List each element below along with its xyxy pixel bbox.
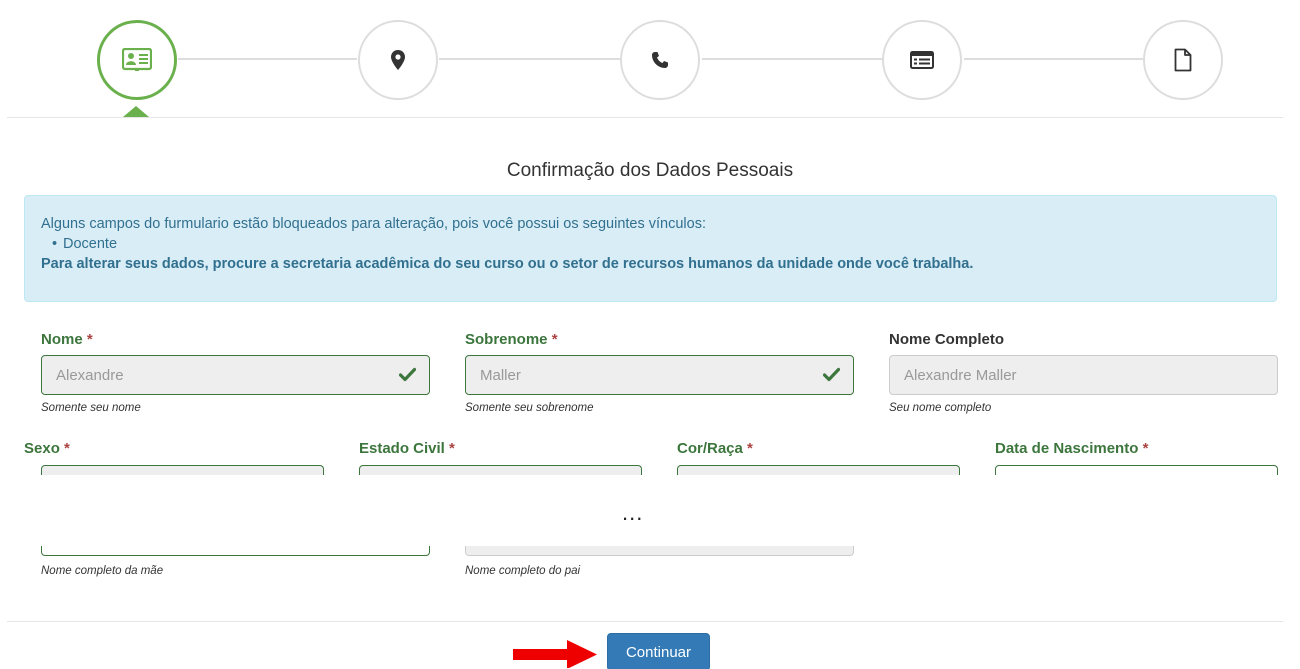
step-connector <box>964 58 1143 60</box>
cor-raca-label: Cor/Raça * <box>677 440 753 457</box>
sexo-label: Sexo * <box>24 440 70 457</box>
id-card-icon <box>122 48 152 71</box>
divider <box>7 117 1283 118</box>
cor-raca-select[interactable] <box>677 465 960 475</box>
nome-pai-help: Nome completo do pai <box>465 565 581 577</box>
nome-help: Somente seu nome <box>41 402 141 414</box>
step-files[interactable] <box>1143 20 1223 100</box>
wizard-stepper <box>0 0 1300 118</box>
nome-value: Alexandre <box>56 366 124 384</box>
checkmark-icon <box>399 367 416 382</box>
step-connector <box>439 58 620 60</box>
data-nascimento-field[interactable] <box>995 465 1278 475</box>
red-arrow-icon <box>513 640 597 668</box>
file-icon <box>1174 48 1192 72</box>
checkmark-icon <box>823 367 840 382</box>
content-omitted-ellipsis: ... <box>622 500 644 525</box>
alert-intro: Alguns campos do furmulario estão bloque… <box>41 216 706 232</box>
divider <box>7 621 1283 622</box>
data-nascimento-label: Data de Nascimento * <box>995 440 1149 457</box>
nome-mae-help: Nome completo da mãe <box>41 565 164 577</box>
step-address[interactable] <box>358 20 438 100</box>
phone-icon <box>652 52 668 68</box>
map-marker-icon <box>391 50 405 70</box>
info-alert: Alguns campos do furmulario estão bloque… <box>24 195 1277 302</box>
sobrenome-value: Maller <box>480 366 521 384</box>
nome-pai-field[interactable] <box>465 546 854 556</box>
nome-label: Nome * <box>41 331 93 348</box>
step-documents[interactable] <box>882 20 962 100</box>
page-title: Confirmação dos Dados Pessoais <box>506 160 794 181</box>
nome-completo-label: Nome Completo <box>889 331 1005 348</box>
nome-mae-field[interactable] <box>41 546 430 556</box>
nome-field[interactable]: Alexandre <box>41 355 430 395</box>
step-connector <box>702 58 882 60</box>
alert-list: Docente <box>41 234 1261 254</box>
alert-instruction: Para alterar seus dados, procure a secre… <box>41 256 974 272</box>
estado-civil-label: Estado Civil * <box>359 440 455 457</box>
sexo-select[interactable] <box>41 465 324 475</box>
nome-completo-help: Seu nome completo <box>889 402 992 414</box>
nome-completo-field[interactable]: Alexandre Maller <box>889 355 1278 395</box>
estado-civil-select[interactable] <box>359 465 642 475</box>
alert-list-item: Docente <box>52 234 1261 254</box>
step-connector <box>178 58 357 60</box>
continue-button[interactable]: Continuar <box>607 633 710 669</box>
sobrenome-field[interactable]: Maller <box>465 355 854 395</box>
step-contact[interactable] <box>620 20 700 100</box>
sobrenome-help: Somente seu sobrenome <box>465 402 594 414</box>
sobrenome-label: Sobrenome * <box>465 331 558 348</box>
nome-completo-value: Alexandre Maller <box>904 366 1017 384</box>
step-personal-data[interactable] <box>97 20 177 100</box>
list-alt-icon <box>910 51 934 69</box>
active-step-pointer <box>123 106 149 117</box>
